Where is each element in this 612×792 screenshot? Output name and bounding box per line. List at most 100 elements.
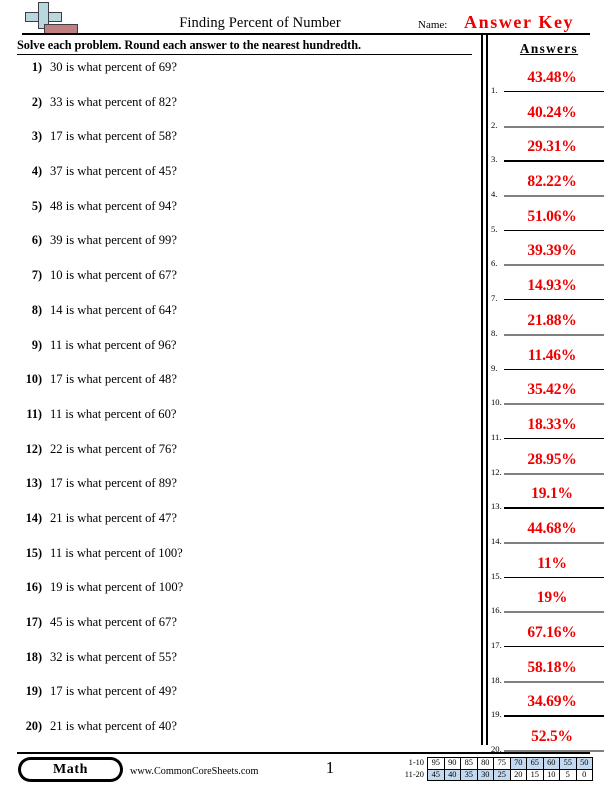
name-label: Name: bbox=[418, 19, 448, 31]
answer-item: 4. 82.22% bbox=[490, 173, 612, 208]
score-table-cell: 5 bbox=[559, 768, 577, 781]
answer-value: 19.1% bbox=[531, 485, 573, 503]
problem-item: 8) 14 is what percent of 64? bbox=[14, 303, 474, 338]
answer-value: 19% bbox=[536, 589, 568, 607]
problem-text: 21 is what percent of 40? bbox=[50, 719, 177, 734]
problem-item: 19) 17 is what percent of 49? bbox=[14, 684, 474, 719]
answer-item: 16. 19% bbox=[490, 589, 612, 624]
problem-number: 9) bbox=[31, 337, 42, 352]
answer-underline bbox=[504, 715, 604, 717]
problem-text: 21 is what percent of 47? bbox=[50, 510, 177, 525]
answer-index: 13. bbox=[491, 501, 502, 512]
score-table-cell: 80 bbox=[476, 757, 494, 770]
answer-item: 17. 67.16% bbox=[490, 624, 612, 659]
problem-number: 18) bbox=[25, 649, 42, 664]
answer-item: 10. 35.42% bbox=[490, 381, 612, 416]
site-url: www.CommonCoreSheets.com bbox=[130, 766, 259, 777]
score-table-cell: 45 bbox=[427, 768, 445, 781]
answer-item: 7. 14.93% bbox=[490, 277, 612, 312]
answer-item: 19. 34.69% bbox=[490, 693, 612, 728]
problem-text: 22 is what percent of 76? bbox=[50, 441, 177, 456]
answer-index: 2. bbox=[491, 119, 498, 130]
problem-text: 39 is what percent of 99? bbox=[50, 233, 177, 248]
problem-number: 3) bbox=[31, 129, 42, 144]
answer-value: 14.93% bbox=[527, 277, 577, 295]
answer-value: 21.88% bbox=[527, 311, 577, 329]
problem-number: 12) bbox=[25, 441, 42, 456]
answer-underline bbox=[504, 541, 604, 544]
problem-number: 4) bbox=[31, 164, 42, 179]
score-table-cell: 20 bbox=[509, 768, 527, 781]
answer-index: 16. bbox=[491, 605, 502, 616]
score-table-cell: 90 bbox=[443, 757, 461, 770]
answer-value: 51.06% bbox=[527, 207, 577, 225]
answer-key-label: Answer Key bbox=[464, 12, 575, 32]
problem-number: 10) bbox=[25, 372, 42, 387]
answer-item: 12. 28.95% bbox=[490, 451, 612, 486]
problem-text: 48 is what percent of 94? bbox=[50, 198, 177, 213]
answer-index: 10. bbox=[491, 397, 502, 408]
answer-index: 14. bbox=[491, 535, 502, 546]
answer-underline bbox=[504, 229, 604, 232]
answer-item: 2. 40.24% bbox=[490, 104, 612, 139]
answer-index: 8. bbox=[491, 327, 498, 338]
score-table-row-label: 11-20 bbox=[404, 769, 424, 779]
answers-panel-divider-left bbox=[481, 33, 483, 745]
answer-item: 14. 44.68% bbox=[490, 520, 612, 555]
score-table-cell: 35 bbox=[460, 768, 478, 781]
problem-text: 17 is what percent of 58? bbox=[50, 129, 177, 144]
problem-text: 17 is what percent of 48? bbox=[50, 372, 177, 387]
answer-value: 11% bbox=[537, 554, 567, 572]
answer-value: 39.39% bbox=[527, 242, 577, 260]
answer-underline bbox=[504, 160, 604, 162]
answer-underline bbox=[504, 611, 604, 614]
answer-underline bbox=[504, 264, 604, 267]
problem-text: 11 is what percent of 60? bbox=[50, 406, 177, 421]
problem-text: 17 is what percent of 89? bbox=[50, 476, 177, 491]
answer-index: 18. bbox=[491, 674, 502, 685]
problem-item: 13) 17 is what percent of 89? bbox=[14, 476, 474, 511]
problem-number: 14) bbox=[25, 510, 42, 525]
problem-text: 45 is what percent of 67? bbox=[50, 615, 177, 629]
score-table-cell: 50 bbox=[575, 757, 593, 770]
score-table-cell: 15 bbox=[526, 768, 544, 781]
answer-underline bbox=[504, 333, 604, 336]
problem-number: 1) bbox=[31, 60, 42, 74]
answer-underline bbox=[504, 437, 604, 440]
problem-item: 10) 17 is what percent of 48? bbox=[14, 372, 474, 407]
answer-value: 40.24% bbox=[527, 103, 577, 121]
problem-number: 5) bbox=[31, 198, 42, 213]
problem-text: 10 is what percent of 67? bbox=[50, 268, 177, 283]
score-table-cell: 30 bbox=[476, 768, 494, 781]
score-table-cell: 85 bbox=[460, 757, 478, 770]
score-table-body: 1-10 95 90 85 80 75 70 65 60 55 50 11-20 45 40 35 30 25 2… bbox=[398, 757, 593, 781]
problem-item: 9) 11 is what percent of 96? bbox=[14, 338, 474, 373]
problem-text: 33 is what percent of 82? bbox=[50, 94, 177, 109]
answer-value: 58.18% bbox=[527, 658, 577, 676]
score-table: 1-10 95 90 85 80 75 70 65 60 55 50 11-20 45 40 35 30 25 2… bbox=[398, 757, 593, 781]
score-table-cell: 70 bbox=[509, 757, 527, 770]
problem-text: 17 is what percent of 49? bbox=[50, 684, 177, 699]
problem-item: 20) 21 is what percent of 40? bbox=[14, 719, 474, 754]
problem-item: 11) 11 is what percent of 60? bbox=[14, 407, 474, 442]
answer-underline bbox=[504, 91, 604, 93]
answer-index: 7. bbox=[491, 293, 498, 304]
problem-item: 7) 10 is what percent of 67? bbox=[14, 268, 474, 303]
answer-item: 1. 43.48% bbox=[490, 69, 612, 104]
answer-value: 29.31% bbox=[527, 138, 577, 156]
score-table-cell: 40 bbox=[443, 768, 461, 781]
answer-underline bbox=[504, 368, 604, 370]
answer-item: 3. 29.31% bbox=[490, 138, 612, 173]
instructions-text: Solve each problem. Round each answer to… bbox=[17, 38, 362, 52]
page-number: 1 bbox=[325, 758, 335, 777]
problem-text: 11 is what percent of 100? bbox=[50, 545, 183, 560]
answer-index: 15. bbox=[491, 570, 502, 581]
problem-number: 13) bbox=[25, 476, 42, 491]
answer-underline bbox=[504, 507, 604, 509]
problem-number: 6) bbox=[31, 233, 42, 248]
answers-panel-divider-right bbox=[486, 33, 488, 745]
problem-number: 7) bbox=[31, 268, 42, 283]
math-plus-logo-icon bbox=[24, 2, 80, 35]
answer-item: 9. 11.46% bbox=[490, 347, 612, 382]
score-table-cell: 10 bbox=[542, 768, 560, 781]
